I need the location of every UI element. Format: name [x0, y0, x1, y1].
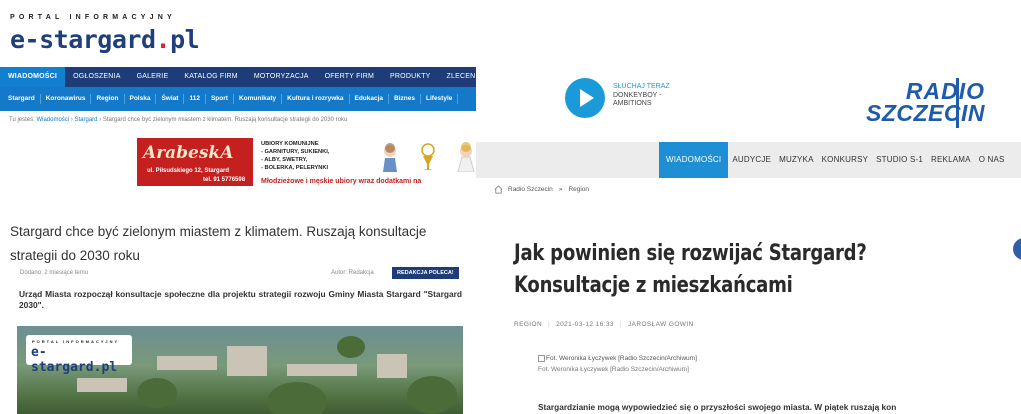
photo-alt-text: Fot. Weronika Łyczywek [Radio Szczecin/A…	[546, 355, 697, 362]
article-category[interactable]: REGION	[514, 321, 542, 328]
photo-credit: Fot. Weronika Łyczywek [Radio Szczecin/A…	[538, 366, 689, 373]
main-nav: WIADOMOŚCI OGŁOSZENIA GALERIE KATALOG FI…	[0, 67, 476, 87]
breadcrumb-link-wiadomosci[interactable]: Wiadomości	[36, 117, 69, 123]
ad-content: UBIORY KOMUNIJNE - GARNITURY, SUKIENKI, …	[253, 138, 476, 186]
nav-item-reklama[interactable]: REKLAMA	[927, 142, 975, 178]
article-date: Dodano: 2 miesiące temu	[20, 270, 89, 276]
logo-tagline: PORTAL INFORMACYJNY	[10, 14, 176, 21]
article-meta: REGION | 2021-03-12 16:33 | JAROSŁAW GOW…	[514, 321, 694, 328]
article-datetime: 2021-03-12 16:33	[556, 321, 614, 328]
radio-szczecin-panel: SŁUCHAJ TERAZ DONKEYBOY - AMBITIONS RADI…	[476, 0, 1021, 414]
subnav-item-polska[interactable]: Polska	[125, 94, 157, 104]
nav-item-galerie[interactable]: GALERIE	[129, 67, 177, 87]
now-playing-label: SŁUCHAJ TERAZ	[613, 83, 670, 90]
ad-child-illustration	[383, 143, 397, 172]
photo-tree	[137, 378, 177, 408]
logo-name: e-stargard	[10, 25, 156, 54]
breadcrumb-current[interactable]: Region	[568, 186, 589, 193]
breadcrumb: Radio Szczecin » Region	[494, 185, 589, 194]
breadcrumb-separator: ›	[70, 117, 73, 123]
logo-bar	[956, 78, 959, 128]
breadcrumb-prefix: Tu jesteś:	[9, 117, 35, 123]
logo-tld: pl	[170, 25, 200, 54]
main-nav: WIADOMOŚCI AUDYCJE MUZYKA KONKURSY STUDI…	[476, 142, 1021, 178]
ad-phone: tel. 91 5776598	[203, 177, 246, 183]
photo-tree	[267, 382, 327, 414]
article-author: Autor: Redakcja	[331, 270, 374, 276]
subnav-item-112[interactable]: 112	[184, 94, 206, 104]
article-title: Jak powinien się rozwijać Stargard? Kons…	[514, 241, 867, 298]
ad-address: ul. Piłsudskiego 12, Stargard	[147, 168, 230, 174]
ad-banner-arabeska[interactable]: ArabeskA ul. Piłsudskiego 12, Stargard t…	[137, 138, 476, 186]
subnav-item-sport[interactable]: Sport	[206, 94, 234, 104]
nav-item-studio-s1[interactable]: STUDIO S-1	[872, 142, 927, 178]
photo-tree	[337, 336, 365, 358]
ad-offer-list: UBIORY KOMUNIJNE - GARNITURY, SUKIENKI, …	[261, 140, 329, 172]
subnav-item-region[interactable]: Region	[91, 94, 125, 104]
nav-item-o-nas[interactable]: O NAS	[975, 142, 1009, 178]
breadcrumb-separator: »	[558, 186, 563, 193]
nav-item-audycje[interactable]: AUDYCJE	[728, 142, 775, 178]
nav-item-produkty[interactable]: PRODUKTY	[382, 67, 439, 87]
editor-pick-badge: REDAKCJA POLECA!	[392, 267, 459, 279]
ad-offer-line: - ALBY, SWETRY,	[261, 157, 308, 163]
ad-offer-line: - BOLERKA, PELERYNKI	[261, 165, 329, 171]
radio-szczecin-logo[interactable]: RADIO SZCZECIN	[850, 78, 985, 128]
subnav-item-koronawirus[interactable]: Koronawirus	[41, 94, 92, 104]
subnav-item-stargard[interactable]: Stargard	[3, 94, 41, 104]
nav-item-zlecenia[interactable]: ZLECEN	[439, 67, 476, 87]
logo-line-szczecin: SZCZECIN	[866, 100, 985, 126]
share-button[interactable]	[1013, 238, 1021, 260]
ad-offer-line: - GARNITURY, SUKIENKI,	[261, 149, 330, 155]
subnav-item-swiat[interactable]: Świat	[156, 94, 185, 104]
photo-building	[287, 364, 357, 376]
photo-watermark-logo: PORTAL INFORMACYJNY e-stargard.pl	[26, 335, 132, 375]
subnav-item-kultura[interactable]: Kultura i rozrywka	[282, 94, 350, 104]
nav-item-wiadomosci[interactable]: WIADOMOŚCI	[659, 142, 729, 178]
photo-building	[77, 378, 127, 392]
ad-chalice-illustration	[421, 143, 435, 170]
home-icon[interactable]	[494, 185, 503, 194]
article-author: JAROSŁAW GOWIN	[627, 321, 694, 328]
ad-brand-name: ArabeskA	[143, 143, 234, 163]
breadcrumb-separator: ›	[99, 117, 102, 123]
article-photo[interactable]: PORTAL INFORMACYJNY e-stargard.pl	[17, 326, 463, 414]
now-playing-track: DONKEYBOY - AMBITIONS	[613, 92, 662, 107]
breadcrumb: Tu jesteś: Wiadomości › Stargard › Starg…	[9, 117, 347, 123]
category-nav: Stargard Koronawirus Region Polska Świat…	[0, 87, 476, 111]
site-logo[interactable]: e-stargard.pl	[10, 25, 200, 54]
logo-dot: .	[155, 25, 171, 54]
subnav-item-biznes[interactable]: Biznes	[389, 94, 421, 104]
nav-item-ogloszenia[interactable]: OGŁOSZENIA	[65, 67, 129, 87]
article-title: Stargard chce być zielonym miastem z kli…	[10, 224, 427, 263]
nav-item-wiadomosci[interactable]: WIADOMOŚCI	[0, 67, 66, 87]
ad-brand-block: ArabeskA ul. Piłsudskiego 12, Stargard t…	[137, 138, 253, 186]
ad-offer-line: UBIORY KOMUNIJNE	[261, 141, 319, 147]
estargard-panel: PORTAL INFORMACYJNY e-stargard.pl WIADOM…	[0, 0, 476, 414]
play-icon[interactable]	[565, 78, 605, 118]
breadcrumb-link-stargard[interactable]: Stargard	[75, 117, 98, 123]
broken-image-icon	[538, 355, 545, 362]
breadcrumb-link-home[interactable]: Radio Szczecin	[508, 186, 553, 193]
nav-item-motoryzacja[interactable]: MOTORYZACJA	[246, 67, 317, 87]
ad-girl-illustration	[457, 142, 475, 172]
photo-tree	[407, 376, 457, 414]
photo-logo-tagline: PORTAL INFORMACYJNY	[32, 339, 120, 344]
photo-building	[377, 354, 407, 378]
subnav-item-lifestyle[interactable]: Lifestyle	[421, 94, 459, 104]
nav-item-konkursy[interactable]: KONKURSY	[818, 142, 873, 178]
article-lead: Stargardzianie mogą wypowiedzieć się o p…	[538, 402, 897, 412]
subnav-item-komunikaty[interactable]: Komunikaty	[234, 94, 283, 104]
photo-building	[157, 356, 217, 370]
nav-item-katalog-firm[interactable]: KATALOG FIRM	[176, 67, 245, 87]
breadcrumb-current: Stargard chce być zielonym miastem z kli…	[102, 117, 348, 123]
article-lead: Urząd Miasta rozpoczął konsultacje społe…	[19, 289, 462, 310]
subnav-item-edukacja[interactable]: Edukacja	[350, 94, 390, 104]
nav-item-oferty-firm[interactable]: OFERTY FIRM	[317, 67, 382, 87]
nav-item-muzyka[interactable]: MUZYKA	[775, 142, 818, 178]
photo-building	[227, 346, 267, 376]
ad-slogan: Młodzieżowe i męskie ubiory wraz dodatka…	[253, 177, 476, 186]
photo-logo-name: e-stargard.pl	[31, 345, 118, 375]
